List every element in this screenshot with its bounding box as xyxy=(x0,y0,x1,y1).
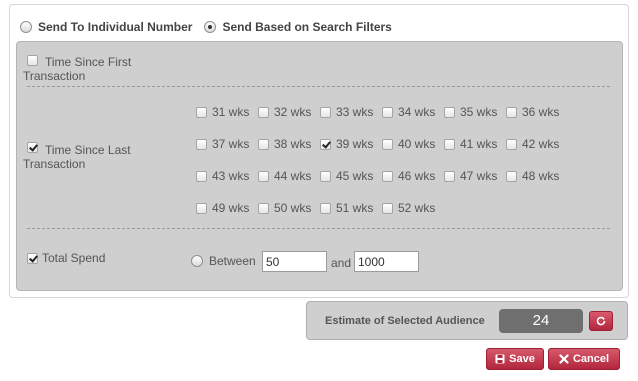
week-option[interactable]: 40 wks xyxy=(382,136,435,152)
spend-max-input[interactable] xyxy=(354,251,419,272)
week-option[interactable]: 51 wks xyxy=(320,200,373,216)
week-label: 41 wks xyxy=(460,137,498,151)
week-checkbox[interactable] xyxy=(196,138,207,150)
week-label: 36 wks xyxy=(522,105,560,119)
refresh-estimate-button[interactable] xyxy=(589,311,613,331)
week-label: 38 wks xyxy=(274,137,312,151)
week-option[interactable]: 33 wks xyxy=(320,104,373,120)
week-option[interactable]: 34 wks xyxy=(382,104,435,120)
total-spend-label: Total Spend xyxy=(42,251,106,265)
week-option[interactable]: 52 wks xyxy=(382,200,435,216)
week-label: 32 wks xyxy=(274,105,312,119)
cancel-label: Cancel xyxy=(572,353,610,365)
week-checkbox[interactable] xyxy=(382,106,393,118)
week-option[interactable]: 31 wks xyxy=(196,104,249,120)
week-label: 39 wks xyxy=(336,137,374,151)
send-individual-option[interactable]: Send To Individual Number xyxy=(20,20,192,34)
week-label: 52 wks xyxy=(398,201,436,215)
refresh-icon xyxy=(596,316,606,326)
week-checkbox[interactable] xyxy=(382,138,393,150)
spend-min-input[interactable] xyxy=(262,251,327,272)
week-checkbox[interactable] xyxy=(258,170,269,182)
week-label: 33 wks xyxy=(336,105,374,119)
week-option[interactable]: 46 wks xyxy=(382,168,435,184)
and-label: and xyxy=(331,256,352,270)
week-option[interactable]: 32 wks xyxy=(258,104,311,120)
week-checkbox[interactable] xyxy=(258,202,269,214)
week-checkbox[interactable] xyxy=(320,138,331,150)
week-option[interactable]: 50 wks xyxy=(258,200,311,216)
week-label: 40 wks xyxy=(398,137,436,151)
week-label: 34 wks xyxy=(398,105,436,119)
week-option[interactable]: 45 wks xyxy=(320,168,373,184)
week-option[interactable]: 43 wks xyxy=(196,168,249,184)
week-option[interactable]: 41 wks xyxy=(444,136,497,152)
week-option[interactable]: 44 wks xyxy=(258,168,311,184)
total-spend-option: Total Spend xyxy=(27,250,105,266)
week-checkbox[interactable] xyxy=(444,106,455,118)
week-option[interactable]: 47 wks xyxy=(444,168,497,184)
send-filters-label: Send Based on Search Filters xyxy=(222,20,392,34)
week-checkbox[interactable] xyxy=(444,138,455,150)
week-option[interactable]: 35 wks xyxy=(444,104,497,120)
cancel-button[interactable]: Cancel xyxy=(548,348,620,370)
send-individual-radio[interactable] xyxy=(20,21,32,33)
week-label: 45 wks xyxy=(336,169,374,183)
week-label: 43 wks xyxy=(212,169,250,183)
week-checkbox[interactable] xyxy=(382,170,393,182)
estimate-label: Estimate of Selected Audience xyxy=(325,315,485,327)
week-label: 48 wks xyxy=(522,169,560,183)
close-icon xyxy=(559,354,569,364)
total-spend-checkbox[interactable] xyxy=(27,252,38,264)
week-label: 37 wks xyxy=(212,137,250,151)
last-transaction-label: Time Since Last Transaction xyxy=(23,143,131,171)
divider xyxy=(27,228,610,229)
week-label: 49 wks xyxy=(212,201,250,215)
week-option[interactable]: 48 wks xyxy=(506,168,559,184)
send-filters-option[interactable]: Send Based on Search Filters xyxy=(204,20,392,34)
week-label: 47 wks xyxy=(460,169,498,183)
week-label: 46 wks xyxy=(398,169,436,183)
divider xyxy=(27,86,610,87)
week-option[interactable]: 42 wks xyxy=(506,136,559,152)
between-option[interactable]: Between xyxy=(191,252,256,270)
week-checkbox[interactable] xyxy=(506,138,517,150)
week-checkbox[interactable] xyxy=(320,202,331,214)
week-checkbox[interactable] xyxy=(320,170,331,182)
week-checkbox[interactable] xyxy=(258,138,269,150)
week-checkbox[interactable] xyxy=(444,170,455,182)
week-checkbox[interactable] xyxy=(506,170,517,182)
audience-filter-card: Send To Individual Number Send Based on … xyxy=(9,4,629,298)
week-label: 35 wks xyxy=(460,105,498,119)
send-filters-radio[interactable] xyxy=(204,21,217,33)
estimate-value: 24 xyxy=(499,309,583,333)
search-filters-panel: Time Since First Transaction Time Since … xyxy=(16,41,623,291)
week-checkbox[interactable] xyxy=(258,106,269,118)
week-label: 42 wks xyxy=(522,137,560,151)
week-label: 51 wks xyxy=(336,201,374,215)
week-label: 31 wks xyxy=(212,105,250,119)
save-label: Save xyxy=(509,353,535,365)
week-option[interactable]: 38 wks xyxy=(258,136,311,152)
week-option[interactable]: 39 wks xyxy=(320,136,373,152)
send-individual-label: Send To Individual Number xyxy=(38,20,193,34)
week-option[interactable]: 36 wks xyxy=(506,104,559,120)
week-checkbox[interactable] xyxy=(196,170,207,182)
week-checkbox[interactable] xyxy=(196,202,207,214)
week-option[interactable]: 49 wks xyxy=(196,200,249,216)
week-option[interactable]: 37 wks xyxy=(196,136,249,152)
first-transaction-label: Time Since First Transaction xyxy=(23,55,132,83)
send-mode-selector: Send To Individual Number Send Based on … xyxy=(20,19,404,35)
week-label: 44 wks xyxy=(274,169,312,183)
week-checkbox[interactable] xyxy=(506,106,517,118)
week-label: 50 wks xyxy=(274,201,312,215)
week-checkbox[interactable] xyxy=(320,106,331,118)
estimate-panel: Estimate of Selected Audience 24 xyxy=(306,301,628,340)
week-checkbox[interactable] xyxy=(196,106,207,118)
between-label: Between xyxy=(209,254,256,268)
week-checkbox[interactable] xyxy=(382,202,393,214)
floppy-icon xyxy=(495,354,505,364)
save-button[interactable]: Save xyxy=(486,348,544,370)
between-radio[interactable] xyxy=(191,255,203,267)
